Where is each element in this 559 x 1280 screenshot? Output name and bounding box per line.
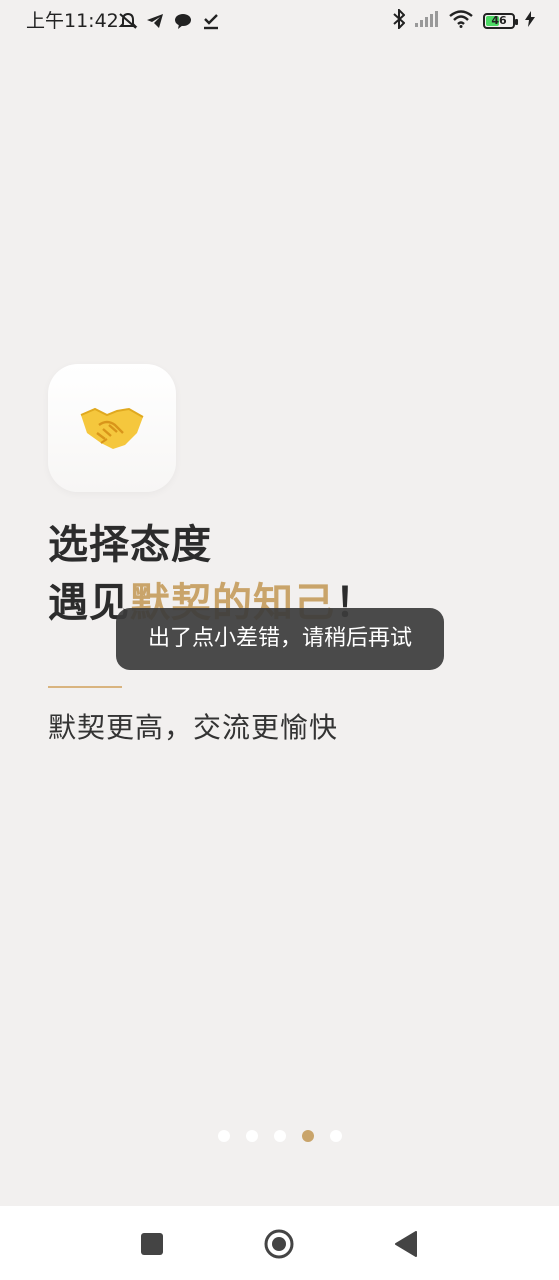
back-button[interactable] (390, 1228, 422, 1260)
page-dot[interactable] (329, 1130, 342, 1142)
battery-level: 46 (491, 14, 507, 27)
bluetooth-icon (393, 7, 406, 33)
chat-icon (174, 12, 192, 30)
mute-icon (118, 12, 138, 30)
signal-icon (415, 11, 439, 31)
error-toast: 出了点小差错，请稍后再试 (116, 608, 444, 670)
handshake-icon (80, 407, 144, 449)
headline-line-1: 选择态度 (48, 522, 212, 568)
app-icon (48, 364, 176, 492)
battery-icon: 46 (483, 13, 518, 29)
back-triangle-icon (395, 1231, 417, 1257)
circle-icon (264, 1229, 294, 1259)
page-dot[interactable] (245, 1130, 258, 1142)
notification-icons (118, 10, 220, 32)
system-status-icons: 46 (393, 7, 535, 33)
navigation-bar (0, 1206, 559, 1280)
status-time: 上午11:42 (26, 10, 119, 32)
divider (48, 686, 122, 688)
status-bar: 上午11:42 46 (0, 0, 559, 44)
telegram-icon (146, 12, 164, 30)
page-dot[interactable] (273, 1130, 286, 1142)
download-check-icon (202, 12, 220, 30)
charging-icon (525, 11, 535, 31)
page-dot-active[interactable] (301, 1130, 314, 1142)
page-dot[interactable] (217, 1130, 230, 1142)
recents-button[interactable] (136, 1228, 168, 1260)
subtitle: 默契更高，交流更愉快 (48, 711, 339, 744)
home-button[interactable] (263, 1228, 295, 1260)
page-indicator (0, 1130, 559, 1142)
onboarding-screen: 上午11:42 46 选择态度 遇见默契的知己！ 默契更高，交流更愉快 出了点小… (0, 0, 559, 1280)
square-icon (141, 1233, 163, 1255)
wifi-icon (449, 10, 473, 32)
